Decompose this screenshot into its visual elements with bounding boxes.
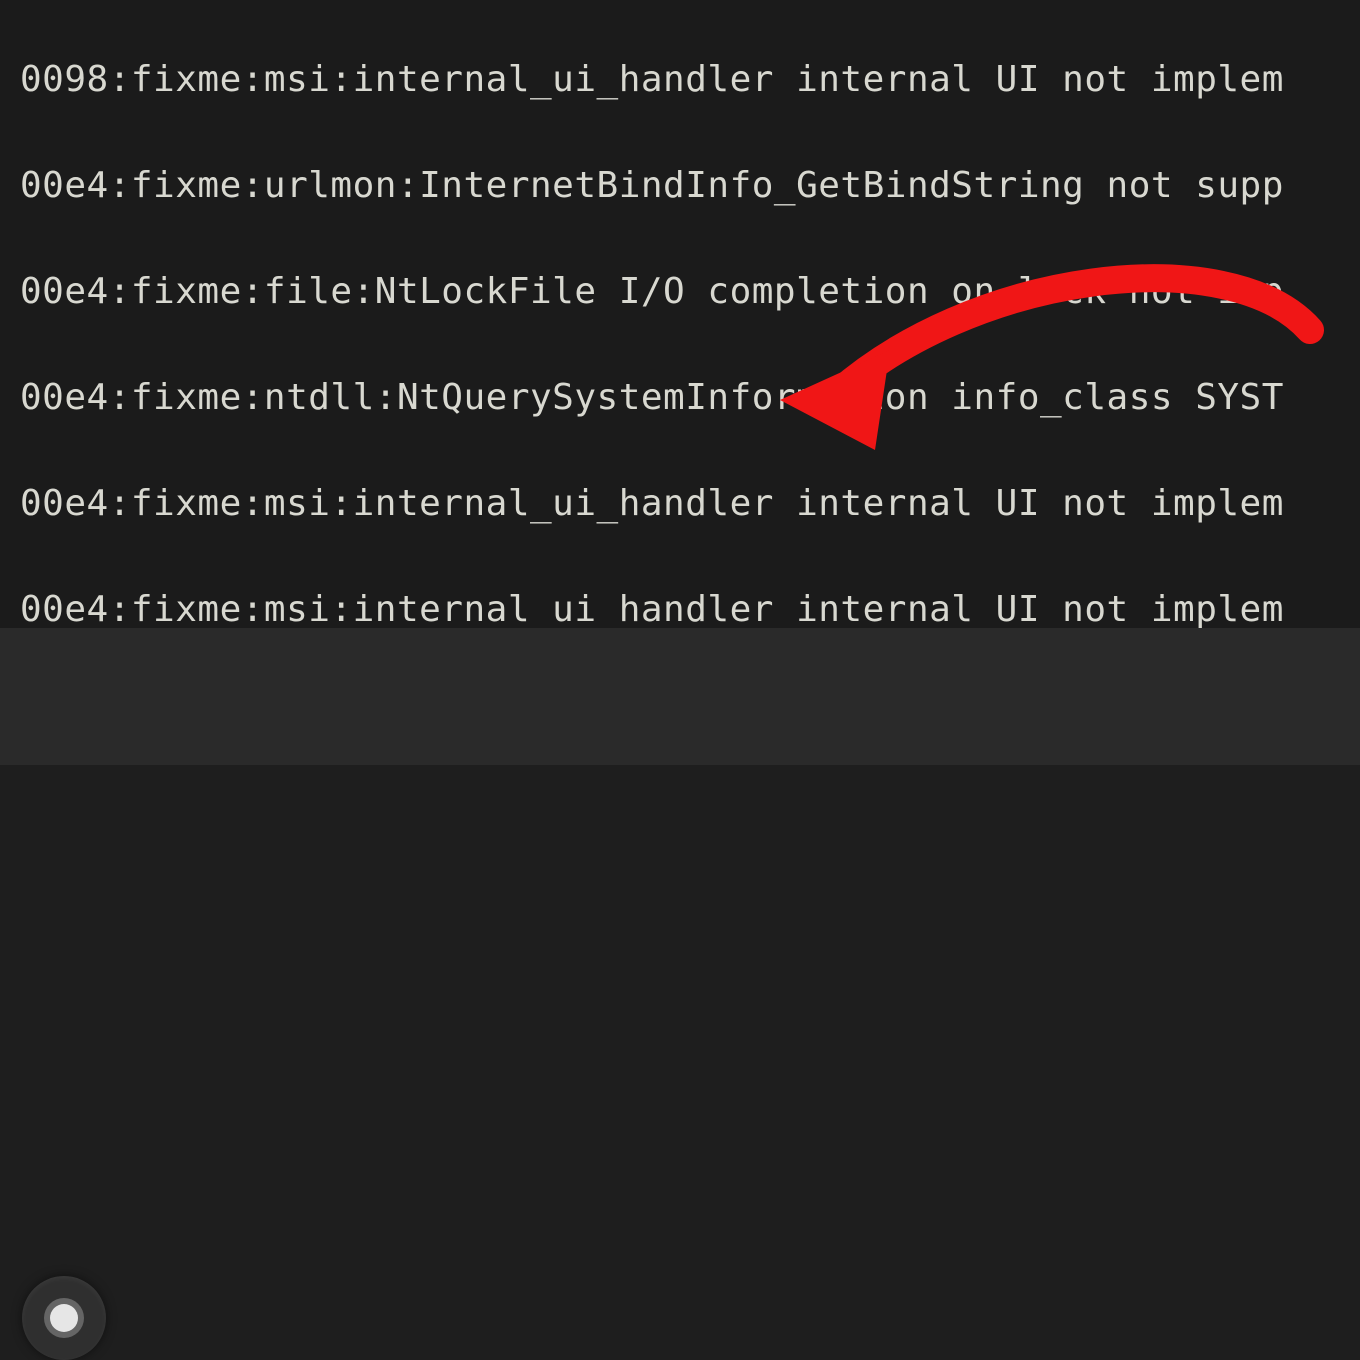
log-line: 00e4:fixme:urlmon:InternetBindInfo_GetBi…	[20, 159, 1360, 212]
taskbar-shelf	[0, 628, 1360, 765]
log-line: 0098:fixme:msi:internal_ui_handler inter…	[20, 53, 1360, 106]
launcher-button[interactable]	[22, 1276, 106, 1360]
log-line: 00e4:fixme:file:NtLockFile I/O completio…	[20, 265, 1360, 318]
terminal-output-area[interactable]: 0098:fixme:msi:internal_ui_handler inter…	[0, 0, 1360, 628]
log-line: 00e4:fixme:ntdll:NtQuerySystemInformatio…	[20, 371, 1360, 424]
log-line: 00e4:fixme:msi:internal_ui_handler inter…	[20, 477, 1360, 530]
launcher-circle-icon	[50, 1304, 78, 1332]
log-line: 00e4:fixme:msi:internal_ui_handler inter…	[20, 583, 1360, 628]
